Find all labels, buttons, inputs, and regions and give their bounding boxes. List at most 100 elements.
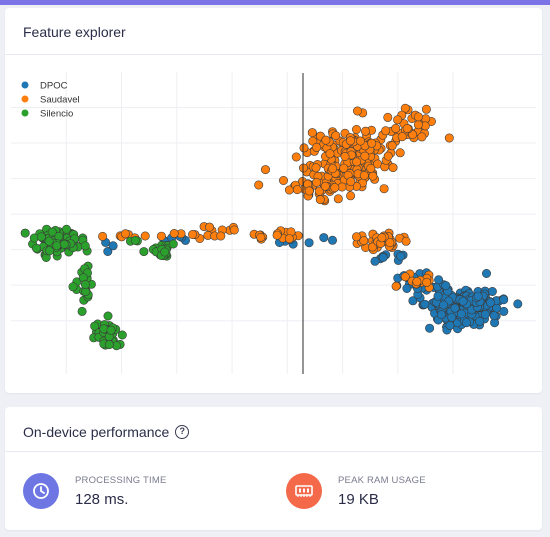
- scatter-point: [377, 233, 387, 243]
- scatter-point: [77, 306, 87, 316]
- scatter-point: [422, 277, 432, 287]
- scatter-point: [139, 247, 149, 257]
- scatter-point: [44, 236, 54, 246]
- scatter-point: [31, 243, 41, 253]
- legend-label[interactable]: Saudavel: [40, 95, 80, 106]
- processing-time-label: PROCESSING TIME: [75, 474, 167, 486]
- scatter-point: [20, 228, 30, 238]
- scatter-point: [284, 234, 294, 244]
- scatter-point: [80, 280, 90, 290]
- scatter-point: [345, 136, 355, 146]
- scatter-point: [444, 133, 454, 143]
- clock-icon: [23, 473, 59, 509]
- scatter-point: [319, 233, 329, 243]
- scatter-point: [140, 231, 150, 241]
- scatter-point: [387, 141, 397, 151]
- scatter-point: [80, 241, 90, 251]
- scatter-point: [417, 132, 427, 142]
- scatter-point: [441, 281, 451, 291]
- scatter-point: [278, 176, 288, 186]
- scatter-point: [352, 106, 362, 116]
- scatter-point: [433, 291, 443, 301]
- scatter-point: [439, 300, 449, 310]
- scatter-point: [370, 256, 380, 266]
- peak-ram-value: 19 KB: [338, 490, 379, 508]
- scatter-point: [450, 303, 460, 313]
- peak-ram-metric: PEAK RAM USAGE 19 KB: [286, 473, 426, 509]
- scatter-point: [272, 230, 282, 240]
- scatter-point: [352, 157, 362, 167]
- memory-chip-icon: [286, 473, 322, 509]
- scatter-point: [321, 135, 331, 145]
- legend-label[interactable]: Silencio: [40, 109, 73, 120]
- scatter-point: [59, 239, 69, 249]
- scatter-point: [368, 171, 378, 181]
- scatter-point: [130, 235, 140, 245]
- scatter-point: [108, 241, 118, 251]
- scatter-point: [489, 311, 499, 321]
- scatter-point: [351, 124, 361, 134]
- question-circle-icon[interactable]: ?: [175, 425, 190, 439]
- scatter-point: [304, 186, 314, 196]
- plot-legend[interactable]: DPOC Saudavel Silencio: [21, 81, 80, 120]
- scatter-point: [351, 232, 361, 242]
- scatter-point: [307, 128, 317, 138]
- top-accent-bar: [0, 0, 550, 5]
- scatter-point: [499, 295, 509, 305]
- scatter-point: [36, 232, 46, 242]
- scatter-point: [331, 131, 341, 141]
- scatter-point: [312, 142, 322, 152]
- scatter-point: [413, 120, 423, 130]
- scatter-point: [291, 152, 301, 162]
- scatter-point: [256, 232, 266, 242]
- legend-marker: [21, 95, 29, 103]
- legend-marker: [21, 109, 29, 117]
- scatter-point: [104, 340, 114, 350]
- scatter-point: [412, 277, 422, 287]
- scatter-point: [388, 163, 398, 173]
- scatter-point: [54, 231, 64, 241]
- scatter-point: [320, 181, 330, 191]
- scatter-point: [299, 143, 309, 153]
- scatter-point: [52, 241, 62, 251]
- scatter-point: [229, 225, 239, 235]
- scatter-point: [315, 195, 325, 205]
- scatter-point: [383, 151, 393, 161]
- feature-scatter-plot[interactable]: DPOC Saudavel Silencio: [5, 68, 542, 388]
- scatter-point: [499, 306, 509, 316]
- scatter-point: [98, 231, 108, 241]
- scatter-point: [367, 138, 377, 148]
- scatter-point: [366, 163, 376, 173]
- scatter-point: [425, 323, 435, 333]
- scatter-point: [327, 235, 337, 245]
- scatter-point: [254, 180, 264, 190]
- scatter-point: [216, 231, 226, 241]
- feature-explorer-title: Feature explorer: [23, 24, 126, 40]
- scatter-point: [456, 309, 466, 319]
- scatter-point: [458, 296, 468, 306]
- scatter-point: [381, 126, 391, 136]
- scatter-point: [360, 151, 370, 161]
- scatter-point: [421, 104, 431, 114]
- scatter-point: [485, 298, 495, 308]
- legend-label[interactable]: DPOC: [40, 81, 68, 92]
- feature-explorer-card: Feature explorer DPOC Saudavel Silencio: [5, 8, 542, 393]
- scatter-point: [481, 269, 491, 279]
- scatter-point: [513, 299, 523, 309]
- scatter-point: [346, 177, 356, 187]
- performance-title-row: On-device performance ?: [23, 424, 190, 440]
- scatter-point: [391, 123, 401, 133]
- scatter-point: [106, 325, 116, 335]
- scatter-point: [61, 224, 71, 234]
- performance-card: On-device performance ? PROCESSING TIME …: [5, 407, 542, 530]
- scatter-point: [68, 282, 78, 292]
- scatter-point: [401, 236, 411, 246]
- scatter-point: [397, 132, 407, 142]
- scatter-point: [340, 152, 350, 162]
- scatter-point: [480, 310, 490, 320]
- scatter-point: [445, 320, 455, 330]
- scatter-point: [156, 231, 166, 241]
- scatter-point: [188, 230, 198, 240]
- scatter-point: [330, 183, 340, 193]
- scatter-point: [413, 112, 423, 122]
